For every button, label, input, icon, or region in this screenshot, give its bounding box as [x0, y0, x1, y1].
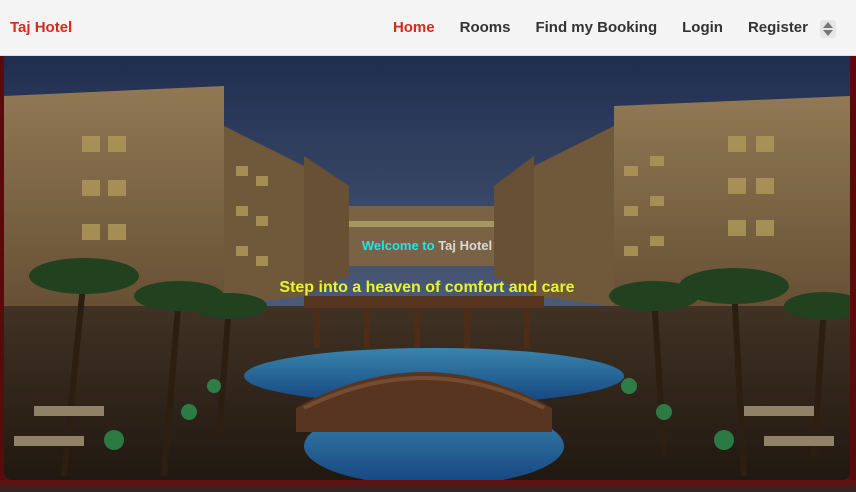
- brand-logo-link[interactable]: Taj Hotel: [10, 19, 72, 36]
- main-nav: Home Rooms Find my Booking Login Registe…: [368, 19, 808, 36]
- up-down-arrows-icon[interactable]: [820, 20, 836, 38]
- navbar: Taj Hotel Home Rooms Find my Booking Log…: [0, 0, 856, 56]
- nav-home[interactable]: Home: [393, 19, 435, 36]
- hero-tagline: Step into a heaven of comfort and care: [279, 279, 575, 296]
- nav-find-booking[interactable]: Find my Booking: [535, 19, 657, 36]
- hero-banner: Welcome to Taj Hotel Step into a heaven …: [4, 56, 850, 480]
- nav-register[interactable]: Register: [748, 19, 808, 36]
- page: Taj Hotel Home Rooms Find my Booking Log…: [0, 0, 856, 492]
- page-footer-strip: [0, 480, 856, 492]
- hero-overlay: [4, 56, 850, 480]
- nav-login[interactable]: Login: [682, 19, 723, 36]
- welcome-hotel-name: Taj Hotel: [438, 238, 493, 253]
- welcome-heading: Welcome to Taj Hotel: [4, 238, 850, 253]
- welcome-prefix: Welcome to: [361, 238, 435, 253]
- nav-rooms[interactable]: Rooms: [460, 19, 511, 36]
